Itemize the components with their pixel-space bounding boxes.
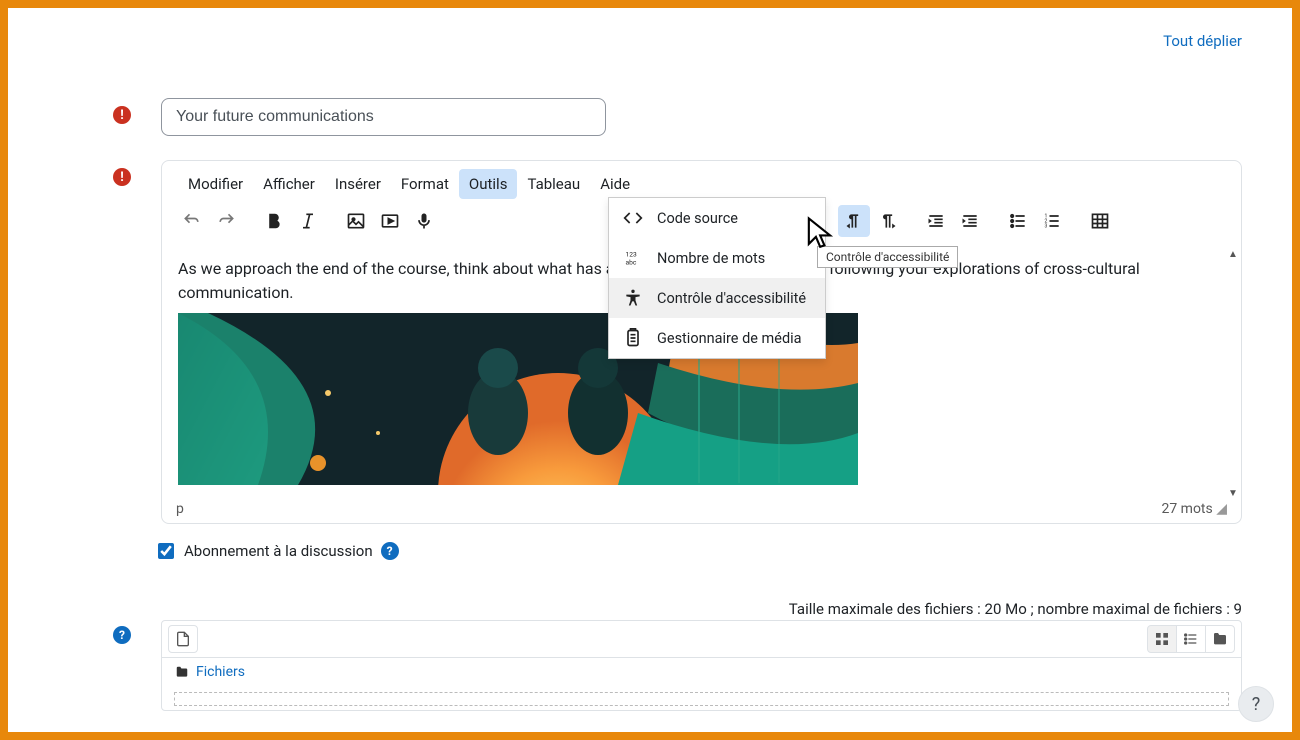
ltr-button[interactable] — [838, 205, 870, 237]
subscribe-checkbox[interactable] — [158, 543, 174, 559]
menu-inserer[interactable]: Insérer — [325, 169, 391, 199]
editor-statusbar: p 27 mots ◢ — [162, 497, 1241, 523]
list-view-button[interactable] — [1176, 625, 1206, 653]
help-icon[interactable]: ? — [381, 542, 399, 560]
required-icon: ! — [113, 168, 131, 186]
redo-button[interactable] — [210, 205, 242, 237]
accessibility-icon — [623, 288, 643, 308]
dropdown-word-count[interactable]: 123abc Nombre de mots — [609, 238, 825, 278]
menu-outils[interactable]: Outils — [459, 169, 518, 199]
editor-scrollbar[interactable]: ▲ ▼ — [1225, 249, 1241, 499]
word-count: 27 mots — [1161, 501, 1212, 517]
element-path[interactable]: p — [176, 501, 184, 517]
grid-view-button[interactable] — [1147, 625, 1177, 653]
dropdown-item-label: Code source — [657, 210, 738, 227]
subscribe-label: Abonnement à la discussion — [184, 542, 373, 560]
dropdown-item-label: Nombre de mots — [657, 250, 765, 267]
bold-button[interactable] — [258, 205, 290, 237]
file-icon — [175, 630, 191, 648]
tree-view-button[interactable] — [1205, 625, 1235, 653]
svg-text:abc: abc — [626, 259, 637, 267]
wordcount-icon: 123abc — [623, 248, 643, 268]
table-button[interactable] — [1084, 205, 1116, 237]
help-fab-button[interactable]: ? — [1238, 686, 1274, 722]
scroll-down-icon[interactable]: ▼ — [1228, 488, 1238, 499]
outdent-button[interactable] — [920, 205, 952, 237]
scroll-up-icon[interactable]: ▲ — [1228, 249, 1238, 260]
mic-button[interactable] — [408, 205, 440, 237]
required-icon: ! — [113, 106, 131, 124]
media-button[interactable] — [374, 205, 406, 237]
svg-text:123: 123 — [626, 250, 637, 258]
dropdown-item-label: Gestionnaire de média — [657, 330, 802, 347]
menu-format[interactable]: Format — [391, 169, 459, 199]
menu-aide[interactable]: Aide — [590, 169, 640, 199]
italic-button[interactable] — [292, 205, 324, 237]
folder-icon — [174, 665, 190, 679]
cursor-icon — [806, 215, 840, 253]
dropdown-media-manager[interactable]: Gestionnaire de média — [609, 318, 825, 358]
code-icon — [623, 208, 643, 228]
resize-grip-icon[interactable]: ◢ — [1216, 501, 1227, 517]
dropdown-item-label: Contrôle d'accessibilité — [657, 290, 806, 307]
editor-menubar: Modifier Afficher Insérer Format Outils … — [162, 161, 1241, 199]
number-list-button[interactable]: 123 — [1036, 205, 1068, 237]
dropdown-accessibility[interactable]: Contrôle d'accessibilité — [609, 278, 825, 318]
file-picker: Fichiers — [161, 620, 1242, 711]
list-icon — [1183, 631, 1199, 647]
media-manager-icon — [623, 328, 643, 348]
tools-dropdown: Code source 123abc Nombre de mots Contrô… — [608, 197, 826, 359]
svg-text:3: 3 — [1045, 224, 1048, 230]
dropdown-code-source[interactable]: Code source — [609, 198, 825, 238]
grid-icon — [1154, 631, 1170, 647]
undo-button[interactable] — [176, 205, 208, 237]
file-drop-zone[interactable] — [174, 692, 1229, 706]
menu-tableau[interactable]: Tableau — [517, 169, 590, 199]
bullet-list-button[interactable] — [1002, 205, 1034, 237]
expand-all-link[interactable]: Tout déplier — [1163, 32, 1242, 50]
file-path-link[interactable]: Fichiers — [196, 664, 245, 680]
menu-afficher[interactable]: Afficher — [253, 169, 325, 199]
subject-input[interactable] — [161, 98, 606, 136]
rich-text-editor: Modifier Afficher Insérer Format Outils … — [161, 160, 1242, 524]
image-button[interactable] — [340, 205, 372, 237]
rtl-button[interactable] — [872, 205, 904, 237]
add-file-button[interactable] — [168, 625, 198, 653]
folder-icon — [1212, 631, 1228, 647]
help-icon[interactable]: ? — [113, 626, 131, 644]
menu-modifier[interactable]: Modifier — [178, 169, 253, 199]
indent-button[interactable] — [954, 205, 986, 237]
